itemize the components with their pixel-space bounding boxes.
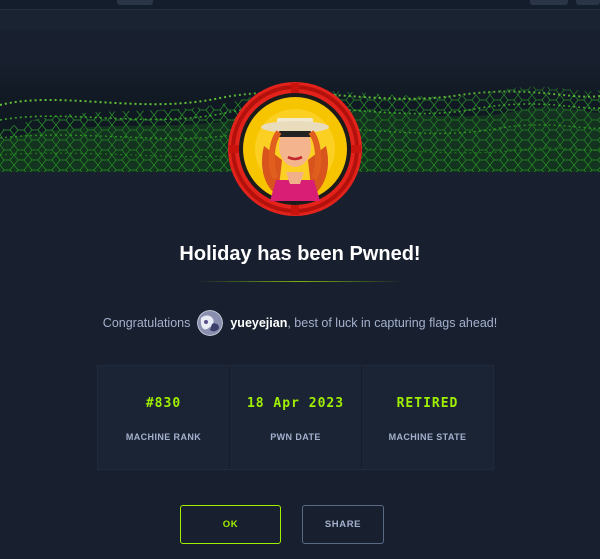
stat-machine-state: RETIRED MACHINE STATE — [362, 366, 493, 469]
share-button[interactable]: SHARE — [302, 505, 384, 544]
modal-title: Holiday has been Pwned! — [179, 243, 421, 265]
nav-item[interactable] — [117, 0, 153, 5]
congrats-message: Congratulations yueyejian , best of luck… — [0, 308, 600, 338]
username-link[interactable]: yueyejian — [230, 316, 287, 330]
stat-pwn-date: 18 Apr 2023 PWN DATE — [230, 366, 362, 469]
congrats-suffix: , best of luck in capturing flags ahead! — [287, 316, 498, 330]
stat-value: 18 Apr 2023 — [246, 396, 345, 411]
stat-value: #830 — [145, 396, 182, 411]
user-avatar-icon[interactable] — [197, 310, 224, 336]
ok-button[interactable]: OK — [180, 505, 281, 544]
stat-machine-rank: #830 MACHINE RANK — [98, 366, 230, 469]
stat-label: MACHINE STATE — [388, 432, 467, 442]
top-nav-bar — [0, 0, 600, 10]
stat-value: RETIRED — [396, 396, 459, 411]
machine-avatar-icon — [226, 80, 364, 218]
congrats-prefix: Congratulations — [102, 316, 191, 330]
stat-label: MACHINE RANK — [125, 432, 202, 442]
nav-item[interactable] — [530, 0, 568, 5]
nav-item[interactable] — [576, 0, 600, 5]
title-divider — [196, 281, 404, 282]
stats-panel: #830 MACHINE RANK 18 Apr 2023 PWN DATE R… — [97, 365, 494, 470]
stat-label: PWN DATE — [270, 432, 321, 442]
